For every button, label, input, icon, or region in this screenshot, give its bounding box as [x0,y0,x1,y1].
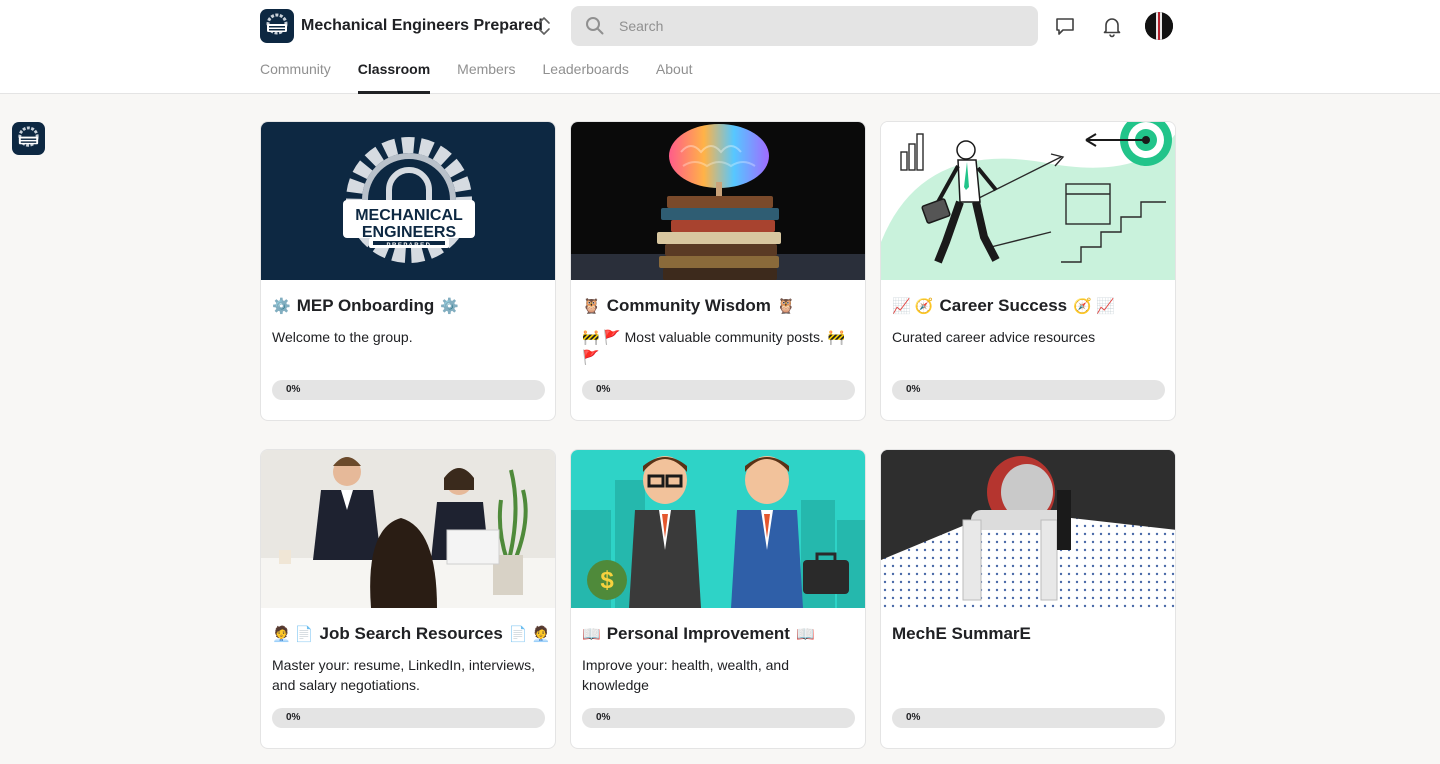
course-title: 📈 🧭 Career Success 🧭 📈 [892,296,1115,316]
course-title: MechE SummarE [892,624,1031,644]
course-progress-bar: 0% [582,708,855,728]
community-switcher-icon[interactable] [536,15,552,37]
logo-text-line3: PREPARED [387,243,432,249]
course-title-text: Community Wisdom [606,296,771,315]
course-progress-bar: 0% [272,708,545,728]
course-title-text: Personal Improvement [606,624,790,643]
bell-icon[interactable] [1100,14,1124,38]
book-icon: 📖 [795,626,815,643]
tab-members[interactable]: Members [457,58,515,94]
community-name: Mechanical Engineers Prepared [301,17,543,34]
course-cover-image [881,122,1175,280]
course-progress-label: 0% [286,384,301,395]
search-bar[interactable] [571,6,1038,46]
course-emoji-left: ⚙️ [272,298,291,315]
course-card-job-search-resources[interactable]: 🧑‍💼 📄 Job Search Resources 📄 🧑‍💼 Master … [260,449,556,749]
course-cover-image [881,450,1175,608]
community-brand[interactable]: Mechanical Engineers Prepared [260,9,543,43]
course-title: 🧑‍💼 📄 Job Search Resources 📄 🧑‍💼 [272,624,550,644]
course-title-text: Career Success [939,296,1068,315]
owl-icon: 🦉 [776,298,796,315]
course-card-personal-improvement[interactable]: $ 📖 Personal Improvement 📖 Improve your:… [570,449,866,749]
course-description: Improve your: health, wealth, and knowle… [582,657,790,693]
course-title-text: MechE SummarE [892,624,1031,643]
search-icon [586,17,604,35]
course-progress-label: 0% [596,384,611,395]
tab-about[interactable]: About [656,58,693,94]
course-title: ⚙️ MEP Onboarding ⚙️ [272,296,459,316]
course-progress-label: 0% [906,712,921,723]
course-description: Curated career advice resources [892,329,1096,345]
tab-community[interactable]: Community [260,58,331,94]
community-logo-icon [260,9,294,43]
course-cover-image [261,450,555,608]
worker-document-icon: 🧑‍💼 📄 [272,626,314,643]
nav-tabs: Community Classroom Members Leaderboards… [260,58,693,94]
course-progress-label: 0% [286,712,301,723]
course-card-meche-summare[interactable]: MechE SummarE 0% [880,449,1176,749]
course-card-mep-onboarding[interactable]: MECHANICAL ENGINEERS PREPARED ⚙️ MEP Onb… [260,121,556,421]
search-input[interactable] [619,18,999,34]
book-icon: 📖 [582,626,601,643]
tab-leaderboards[interactable]: Leaderboards [543,58,629,94]
course-description: 🚧 🚩 Most valuable community posts. 🚧 🚩 [582,329,846,365]
course-progress-label: 0% [906,384,921,395]
chart-compass-icon: 📈 🧭 [892,298,934,315]
course-description: Master your: resume, LinkedIn, interview… [272,657,535,693]
course-emoji-right: ⚙️ [440,298,459,315]
user-avatar[interactable] [1145,12,1173,40]
course-title-text: MEP Onboarding [296,296,435,315]
tab-classroom[interactable]: Classroom [357,58,431,94]
chat-icon[interactable] [1053,14,1077,38]
course-cover-image: MECHANICAL ENGINEERS PREPARED [261,122,555,280]
svg-text:$: $ [600,567,614,594]
top-header: Mechanical Engineers Prepared Community … [0,0,1440,94]
course-title: 🦉 Community Wisdom 🦉 [582,296,796,316]
logo-text-line1: MECHANICAL [355,207,463,224]
course-card-community-wisdom[interactable]: 🦉 Community Wisdom 🦉 🚧 🚩 Most valuable c… [570,121,866,421]
course-title-text: Job Search Resources [319,624,503,643]
owl-icon: 🦉 [582,298,601,315]
side-community-logo-icon[interactable] [12,122,45,155]
course-progress-bar: 0% [582,380,855,400]
course-cover-image: $ [571,450,865,608]
course-progress-label: 0% [596,712,611,723]
course-progress-bar: 0% [892,380,1165,400]
logo-text-line2: ENGINEERS [362,224,457,241]
course-title: 📖 Personal Improvement 📖 [582,624,815,644]
course-progress-bar: 0% [272,380,545,400]
course-description: Welcome to the group. [272,329,413,345]
compass-chart-icon: 🧭 📈 [1073,298,1115,315]
document-worker-icon: 📄 🧑‍💼 [508,626,551,643]
course-cover-image [571,122,865,280]
course-progress-bar: 0% [892,708,1165,728]
course-card-career-success[interactable]: 📈 🧭 Career Success 🧭 📈 Curated career ad… [880,121,1176,421]
